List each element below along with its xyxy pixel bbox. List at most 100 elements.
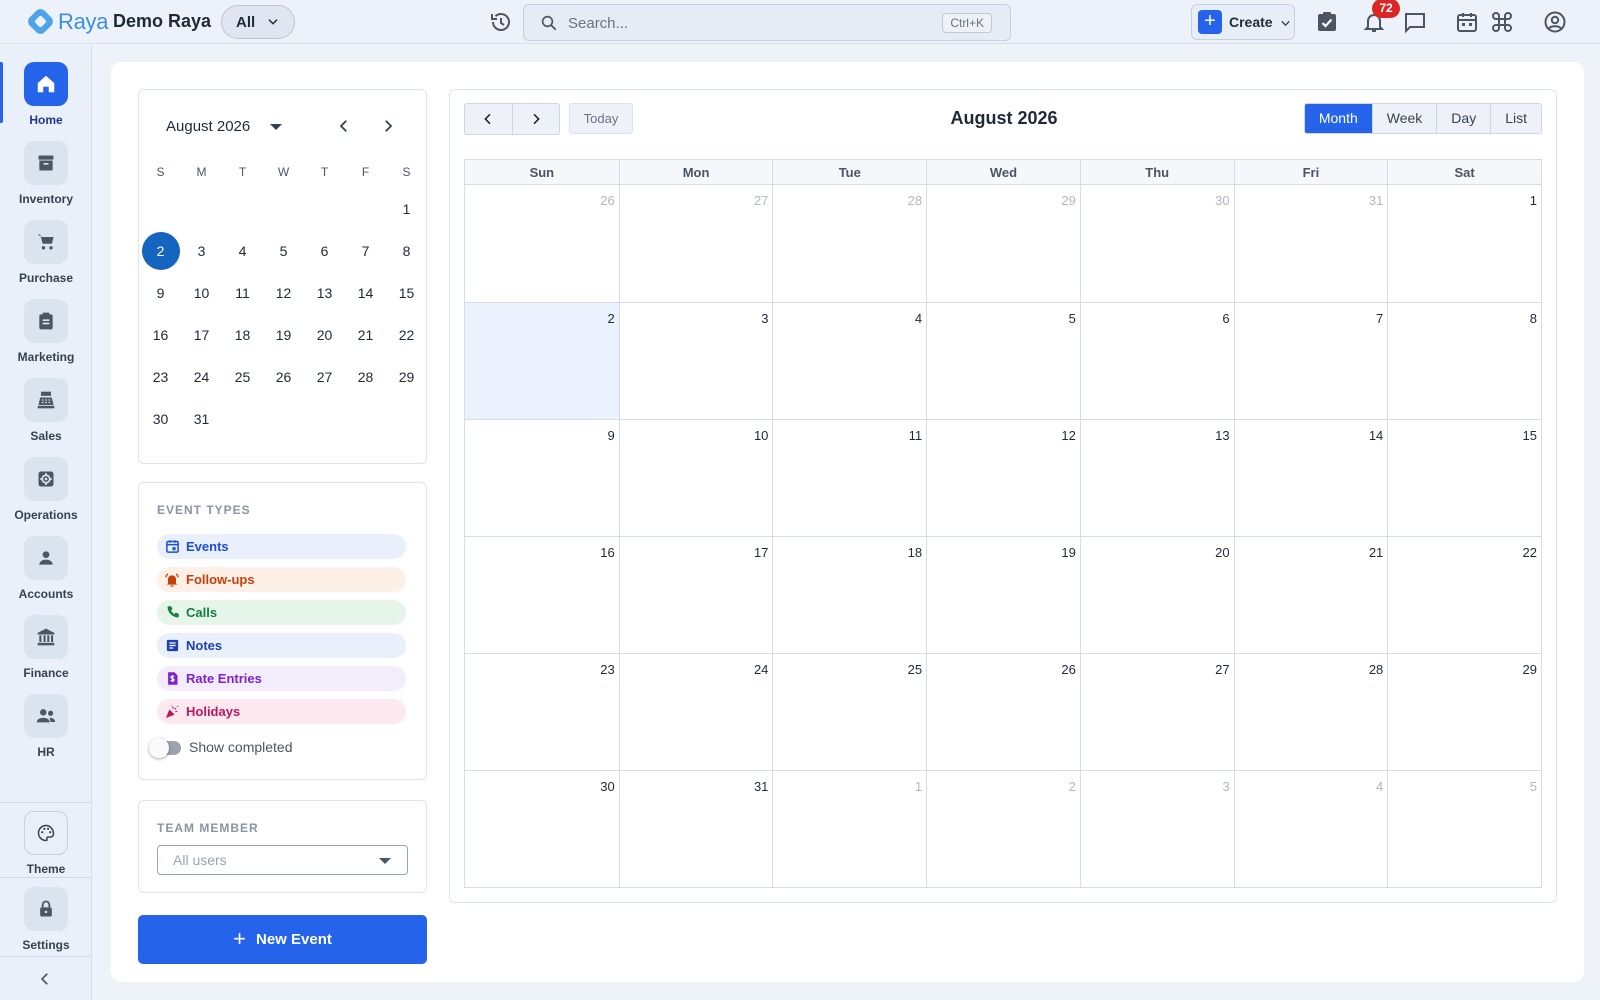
day-cell[interactable]: 17 (618, 537, 773, 653)
calendar-icon[interactable] (1455, 10, 1479, 34)
mini-day[interactable]: 11 (222, 272, 263, 314)
day-number[interactable]: 24 (754, 662, 768, 677)
day-number[interactable]: 31 (754, 779, 768, 794)
day-cell[interactable]: 18 (772, 537, 926, 653)
mini-day[interactable]: 10 (181, 272, 222, 314)
app-logo[interactable]: Raya (25, 6, 108, 37)
day-number[interactable]: 7 (1376, 311, 1383, 326)
mini-day[interactable]: 9 (140, 272, 181, 314)
mini-day[interactable]: 7 (345, 230, 386, 272)
day-number[interactable]: 3 (761, 311, 768, 326)
mini-day[interactable]: 26 (263, 356, 304, 398)
day-cell[interactable]: 8 (1387, 303, 1541, 419)
day-number[interactable]: 4 (915, 311, 922, 326)
search-bar[interactable]: Ctrl+K (523, 4, 1011, 41)
mini-day[interactable]: 6 (304, 230, 345, 272)
day-number[interactable]: 12 (1061, 428, 1075, 443)
mini-day[interactable]: 14 (345, 272, 386, 314)
new-event-button[interactable]: + New Event (138, 915, 427, 964)
chevron-left-icon[interactable] (335, 117, 353, 135)
day-number[interactable]: 29 (1061, 193, 1075, 208)
month-dropdown-caret-icon[interactable] (270, 124, 282, 130)
day-cell[interactable]: 19 (926, 537, 1080, 653)
day-cell[interactable]: 15 (1387, 420, 1541, 536)
day-cell-other-month[interactable]: 3 (1079, 771, 1234, 887)
day-number[interactable]: 5 (1530, 779, 1537, 794)
day-cell-other-month[interactable]: 28 (772, 185, 926, 302)
mini-day[interactable]: 3 (181, 230, 222, 272)
sidebar-item-hr[interactable]: HR (0, 694, 92, 772)
day-cell[interactable]: 9 (465, 420, 619, 536)
day-cell[interactable]: 5 (926, 303, 1080, 419)
day-number[interactable]: 21 (1369, 545, 1383, 560)
day-number[interactable]: 31 (1369, 193, 1383, 208)
day-number[interactable]: 11 (909, 428, 923, 443)
mini-day[interactable]: 18 (222, 314, 263, 356)
day-cell[interactable]: 30 (465, 771, 619, 887)
day-cell[interactable]: 27 (1079, 654, 1234, 770)
day-number[interactable]: 16 (600, 545, 614, 560)
sidebar-item-purchase[interactable]: Purchase (0, 220, 92, 298)
mini-day[interactable]: 30 (140, 398, 181, 440)
sidebar-item-accounts[interactable]: Accounts (0, 536, 92, 614)
show-completed-toggle[interactable] (149, 738, 181, 758)
mini-day[interactable]: 25 (222, 356, 263, 398)
sidebar-item-inventory[interactable]: Inventory (0, 141, 92, 219)
command-icon[interactable] (1490, 10, 1514, 34)
mini-day[interactable]: 28 (345, 356, 386, 398)
day-cell[interactable]: 7 (1233, 303, 1388, 419)
day-cell[interactable]: 25 (772, 654, 926, 770)
day-cell-other-month[interactable]: 27 (618, 185, 773, 302)
sidebar-item-sales[interactable]: Sales (0, 378, 92, 456)
day-cell[interactable]: 3 (618, 303, 773, 419)
day-number[interactable]: 10 (754, 428, 768, 443)
day-number[interactable]: 5 (1069, 311, 1076, 326)
day-number[interactable]: 6 (1222, 311, 1229, 326)
mini-day[interactable]: 23 (140, 356, 181, 398)
sidebar-item-finance[interactable]: Finance (0, 615, 92, 693)
mini-day[interactable]: 19 (263, 314, 304, 356)
mini-day[interactable]: 13 (304, 272, 345, 314)
mini-day[interactable]: 20 (304, 314, 345, 356)
day-number[interactable]: 1 (1530, 193, 1537, 208)
event-type-notes[interactable]: Notes (157, 633, 406, 658)
chevron-right-icon[interactable] (379, 117, 397, 135)
day-number[interactable]: 28 (1369, 662, 1383, 677)
mini-day[interactable]: 4 (222, 230, 263, 272)
day-number[interactable]: 4 (1376, 779, 1383, 794)
day-number[interactable]: 29 (1523, 662, 1537, 677)
day-number[interactable]: 2 (1069, 779, 1076, 794)
day-cell[interactable]: 24 (618, 654, 773, 770)
day-cell[interactable]: 31 (618, 771, 773, 887)
day-number[interactable]: 3 (1222, 779, 1229, 794)
day-number[interactable]: 26 (600, 193, 614, 208)
day-cell[interactable]: 20 (1079, 537, 1234, 653)
day-number[interactable]: 27 (754, 193, 768, 208)
scope-dropdown[interactable]: All (221, 5, 295, 39)
mini-day[interactable]: 12 (263, 272, 304, 314)
day-cell[interactable]: 22 (1387, 537, 1541, 653)
history-icon[interactable] (489, 10, 513, 34)
mini-day[interactable]: 22 (386, 314, 427, 356)
day-cell[interactable]: 21 (1233, 537, 1388, 653)
day-cell[interactable]: 1 (1387, 185, 1541, 302)
day-number[interactable]: 18 (908, 545, 922, 560)
event-type-rate-entries[interactable]: Rate Entries (157, 666, 406, 691)
day-number[interactable]: 25 (908, 662, 922, 677)
day-number[interactable]: 30 (1215, 193, 1229, 208)
day-cell[interactable]: 16 (465, 537, 619, 653)
view-week-button[interactable]: Week (1371, 104, 1437, 133)
account-circle-icon[interactable] (1543, 10, 1567, 34)
day-number[interactable]: 19 (1061, 545, 1075, 560)
day-number[interactable]: 23 (600, 662, 614, 677)
day-number[interactable]: 26 (1061, 662, 1075, 677)
day-cell-other-month[interactable]: 1 (772, 771, 926, 887)
day-cell[interactable]: 13 (1079, 420, 1234, 536)
chevron-left-icon[interactable] (36, 970, 54, 988)
view-month-button[interactable]: Month (1304, 104, 1372, 133)
day-cell-other-month[interactable]: 5 (1387, 771, 1541, 887)
day-number[interactable]: 1 (915, 779, 922, 794)
mini-day[interactable]: 27 (304, 356, 345, 398)
day-number[interactable]: 30 (600, 779, 614, 794)
day-number[interactable]: 13 (1215, 428, 1229, 443)
